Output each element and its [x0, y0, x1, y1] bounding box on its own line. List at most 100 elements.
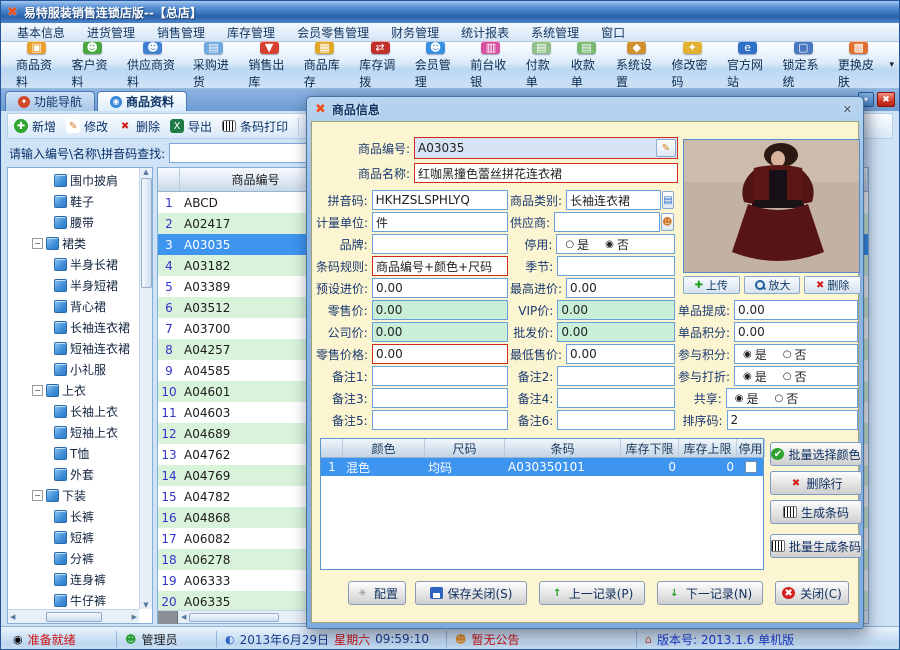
previous-record-button[interactable]: ↑ 上一记录(P) — [539, 581, 645, 605]
toolbar-button[interactable]: ▤ 采购进货 — [186, 43, 241, 87]
tab[interactable]: ✦ 功能导航 — [5, 91, 95, 111]
preset-price-input[interactable] — [372, 278, 508, 298]
radio-option[interactable]: ○ 否 — [783, 368, 807, 385]
max-price-input[interactable] — [566, 278, 675, 298]
scrollbar-thumb[interactable] — [189, 613, 279, 622]
vip-price-input[interactable] — [557, 300, 675, 320]
tree-item[interactable]: − 腰带 — [10, 212, 152, 233]
toolbar-button[interactable]: ▩ 更换皮肤 — [831, 43, 886, 87]
tree-item[interactable]: − T恤 — [10, 443, 152, 464]
barcode-rule-input[interactable] — [372, 256, 508, 276]
menu-item[interactable]: 基本信息 — [7, 23, 75, 42]
radio-option[interactable]: ◉ 是 — [743, 368, 767, 385]
list-toolbar-button[interactable]: ✚ 新增 — [14, 118, 56, 135]
pinyin-input[interactable] — [372, 190, 508, 210]
menu-item[interactable]: 财务管理 — [381, 23, 449, 42]
brand-input[interactable] — [372, 234, 508, 254]
season-input[interactable] — [557, 256, 675, 276]
toolbar-button[interactable]: ▦ 商品库存 — [297, 43, 352, 87]
scrollbar-thumb[interactable] — [141, 178, 152, 288]
scrollbar-thumb[interactable] — [46, 612, 102, 622]
skin-dropdown-icon[interactable]: ▾ — [886, 60, 897, 70]
note1-input[interactable] — [372, 366, 508, 386]
tree-item[interactable]: − 连身裤 — [10, 569, 152, 590]
save-close-button[interactable]: 保存关闭(S) — [415, 581, 527, 605]
list-toolbar-button[interactable]: X 导出 — [170, 118, 212, 135]
supplier-picker-icon[interactable]: ☻ — [661, 213, 674, 231]
batch-select-color-button[interactable]: ✔ 批量选择颜色 — [770, 442, 862, 466]
tree-item[interactable]: − 分裤 — [10, 548, 152, 569]
retail-price2-input[interactable] — [372, 344, 508, 364]
category-input[interactable] — [566, 190, 661, 210]
scroll-left-icon[interactable]: ◀ — [178, 613, 189, 621]
tree-item[interactable]: − 外套 — [10, 464, 152, 485]
toolbar-button[interactable]: ☻ 客户资料 — [64, 43, 119, 87]
note6-input[interactable] — [557, 410, 675, 430]
list-toolbar-button[interactable]: ✎ 修改 — [66, 118, 108, 135]
min-price-input[interactable] — [566, 344, 675, 364]
points-input[interactable] — [734, 322, 858, 342]
tree-item[interactable]: − 背心裙 — [10, 296, 152, 317]
toolbar-button[interactable]: ▼ 销售出库 — [241, 43, 296, 87]
list-toolbar-button[interactable]: ✖ 删除 — [118, 118, 160, 135]
toolbar-button[interactable]: ▣ 商品资料 — [9, 43, 64, 87]
variant-row[interactable]: 1 混色 均码 A030350101 0 0 — [321, 458, 763, 476]
scroll-right-icon[interactable]: ▶ — [132, 613, 137, 621]
toolbar-button[interactable]: ☻ 供应商资料 — [120, 43, 186, 87]
toolbar-button[interactable]: e 官方网站 — [720, 43, 775, 87]
radio-option[interactable]: ○ 是 — [565, 236, 589, 253]
delete-row-button[interactable]: ✖ 删除行 — [770, 471, 862, 495]
close-button[interactable]: ✖ 关闭(C) — [775, 581, 849, 605]
scroll-down-icon[interactable]: ▼ — [143, 601, 148, 609]
collapse-icon[interactable]: − — [32, 385, 43, 396]
dialog-close-icon[interactable]: ✕ — [840, 103, 855, 116]
menu-item[interactable]: 销售管理 — [147, 23, 215, 42]
tree-item[interactable]: − 短裤 — [10, 527, 152, 548]
supplier-input[interactable] — [554, 212, 660, 232]
toolbar-button[interactable]: ▥ 前台收银 — [463, 43, 518, 87]
disabled-checkbox[interactable] — [745, 461, 757, 473]
tree-item[interactable]: − 长袖上衣 — [10, 401, 152, 422]
toolbar-button[interactable]: ▤ 付款单 — [519, 43, 564, 87]
tree-item[interactable]: − 牛仔裤 — [10, 590, 152, 609]
tree-item[interactable]: − 长裤 — [10, 506, 152, 527]
menu-item[interactable]: 窗口 — [591, 23, 635, 42]
scroll-up-icon[interactable]: ▲ — [143, 168, 148, 176]
photo-button[interactable]: ✚ 上传 — [683, 276, 740, 294]
menu-item[interactable]: 统计报表 — [451, 23, 519, 42]
toolbar-button[interactable]: ✦ 修改密码 — [664, 43, 719, 87]
batch-generate-barcode-button[interactable]: 批量生成条码 — [770, 534, 862, 558]
next-record-button[interactable]: ↓ 下一记录(N) — [657, 581, 763, 605]
tree-item[interactable]: − 鞋子 — [10, 191, 152, 212]
menu-item[interactable]: 进货管理 — [77, 23, 145, 42]
tree-vertical-scrollbar[interactable]: ▲ ▼ — [139, 168, 152, 609]
name-input[interactable] — [414, 163, 678, 183]
note3-input[interactable] — [372, 388, 508, 408]
tree-item[interactable]: − 长袖连衣裙 — [10, 317, 152, 338]
radio-option[interactable]: ◉ 否 — [605, 236, 629, 253]
generate-barcode-button[interactable]: 生成条码 — [770, 500, 862, 524]
tree-item[interactable]: − 小礼服 — [10, 359, 152, 380]
close-tab-button[interactable]: ✖ — [877, 92, 895, 107]
radio-option[interactable]: ◉ 是 — [735, 390, 759, 407]
tree-item[interactable]: − 短袖上衣 — [10, 422, 152, 443]
menu-item[interactable]: 系统管理 — [521, 23, 589, 42]
tree-item[interactable]: − 下装 — [10, 485, 152, 506]
tree-item[interactable]: − 上衣 — [10, 380, 152, 401]
collapse-icon[interactable]: − — [32, 238, 43, 249]
note2-input[interactable] — [557, 366, 675, 386]
category-picker-icon[interactable]: ▤ — [662, 191, 674, 209]
edit-code-icon[interactable]: ✎ — [656, 139, 676, 157]
config-button[interactable]: ✳ 配置 — [348, 581, 406, 605]
menu-item[interactable]: 会员零售管理 — [287, 23, 379, 42]
radio-option[interactable]: ◉ 是 — [743, 346, 767, 363]
tree-item[interactable]: − 半身短裙 — [10, 275, 152, 296]
sort-code-input[interactable] — [727, 410, 858, 430]
photo-button[interactable]: 放大 — [744, 276, 801, 294]
toolbar-button[interactable]: ☻ 会员管理 — [408, 43, 463, 87]
wholesale-price-input[interactable] — [557, 322, 675, 342]
collapse-icon[interactable]: − — [32, 490, 43, 501]
tree-item[interactable]: − 围巾披肩 — [10, 170, 152, 191]
toolbar-button[interactable]: ◆ 系统设置 — [609, 43, 664, 87]
unit-input[interactable] — [372, 212, 508, 232]
